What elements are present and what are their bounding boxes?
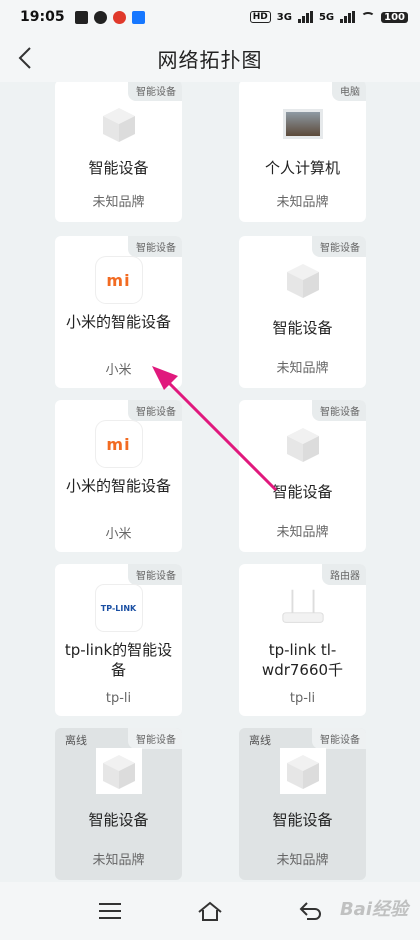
device-card[interactable]: 智能设备 mi 小米的智能设备 小米 [55, 236, 182, 388]
cube-icon [279, 748, 326, 794]
page-title: 网络拓扑图 [157, 47, 263, 72]
device-brand: 未知品牌 [92, 853, 145, 868]
status-bar: 19:05 HD 3G 5G 100 [0, 0, 420, 34]
router-icon [279, 584, 327, 632]
chevron-left-icon [18, 47, 31, 69]
device-type-tag: 智能设备 [312, 728, 366, 749]
alipay-icon [131, 10, 145, 24]
device-card[interactable]: 智能设备 TP-LINK tp-link的智能设备 tp-li [55, 564, 182, 716]
device-brand: tp-li [289, 691, 316, 706]
device-card[interactable]: 智能设备 智能设备 未知品牌 [55, 82, 182, 222]
device-type-tag: 智能设备 [128, 236, 182, 257]
device-brand: 未知品牌 [276, 361, 329, 376]
cube-icon [279, 420, 327, 468]
device-type-tag: 路由器 [322, 564, 366, 585]
device-card[interactable]: 路由器 tp-link tl-wdr7660千 tp-li [239, 564, 366, 716]
device-type-tag: 智能设备 [128, 564, 182, 585]
page-header: 网络拓扑图 [0, 34, 420, 82]
device-type-tag: 智能设备 [312, 236, 366, 257]
cube-icon [95, 100, 143, 148]
device-name: 智能设备 [272, 483, 333, 501]
device-card[interactable]: 电脑 个人计算机 未知品牌 [239, 82, 366, 222]
device-name: 智能设备 [272, 811, 333, 829]
device-grid: 智能设备 智能设备 未知品牌 电脑 个人计算机 未知品牌 智能设备 mi 小米的… [0, 82, 420, 882]
device-type-tag: 智能设备 [128, 400, 182, 421]
watermark: Bai经验 [339, 899, 408, 920]
device-type-tag: 智能设备 [128, 82, 182, 101]
cube-icon [95, 748, 142, 794]
device-brand: 小米 [105, 527, 132, 542]
weibo-icon [112, 10, 126, 24]
device-name: tp-link tl-wdr7660千 [261, 641, 344, 679]
menu-button[interactable] [90, 891, 130, 931]
home-icon [198, 901, 222, 921]
device-name: 小米的智能设备 [65, 477, 171, 495]
mi-logo-icon: mi [95, 420, 143, 468]
offline-label: 离线 [249, 734, 271, 747]
signal-icon [297, 11, 313, 23]
back-icon [299, 902, 321, 920]
net-3g-label: 3G [276, 11, 292, 23]
menu-icon [99, 903, 121, 919]
device-name: 智能设备 [88, 159, 149, 177]
back-nav-button[interactable] [290, 891, 330, 931]
device-brand: tp-li [105, 691, 132, 706]
device-brand: 未知品牌 [276, 525, 329, 540]
device-type-tag: 智能设备 [128, 728, 182, 749]
device-brand: 未知品牌 [276, 853, 329, 868]
offline-label: 离线 [65, 734, 87, 747]
device-brand: 未知品牌 [92, 195, 145, 210]
clipboard-icon [74, 10, 88, 24]
device-brand: 未知品牌 [276, 195, 329, 210]
home-button[interactable] [190, 891, 230, 931]
device-brand: 小米 [105, 363, 132, 378]
device-name: tp-link的智能设备 [64, 641, 173, 679]
device-name: 小米的智能设备 [65, 313, 171, 331]
signal-icon-2 [340, 11, 356, 23]
back-button[interactable] [10, 42, 42, 74]
hd-badge: HD [249, 11, 271, 23]
device-name: 智能设备 [88, 811, 149, 829]
status-notification-icons [74, 10, 145, 24]
device-card[interactable]: 智能设备 智能设备 未知品牌 [239, 236, 366, 388]
device-type-tag: 智能设备 [312, 400, 366, 421]
device-name: 智能设备 [272, 319, 333, 337]
mi-logo-icon: mi [95, 256, 143, 304]
device-type-tag: 电脑 [332, 82, 366, 101]
device-name: 个人计算机 [264, 159, 340, 177]
device-card-offline[interactable]: 离线 智能设备 智能设备 未知品牌 [239, 728, 366, 880]
wifi-icon [361, 12, 376, 22]
device-card[interactable]: 智能设备 智能设备 未知品牌 [239, 400, 366, 552]
net-5g-label: 5G [318, 11, 335, 23]
device-card[interactable]: 智能设备 mi 小米的智能设备 小米 [55, 400, 182, 552]
status-system-icons: HD 3G 5G 100 [249, 11, 408, 23]
message-icon [93, 10, 107, 24]
tplink-logo-icon: TP-LINK [95, 584, 143, 632]
status-time: 19:05 [20, 9, 65, 25]
device-card-offline[interactable]: 离线 智能设备 智能设备 未知品牌 [55, 728, 182, 880]
cube-icon [279, 256, 327, 304]
battery-icon: 100 [381, 11, 408, 23]
computer-icon [279, 100, 327, 148]
